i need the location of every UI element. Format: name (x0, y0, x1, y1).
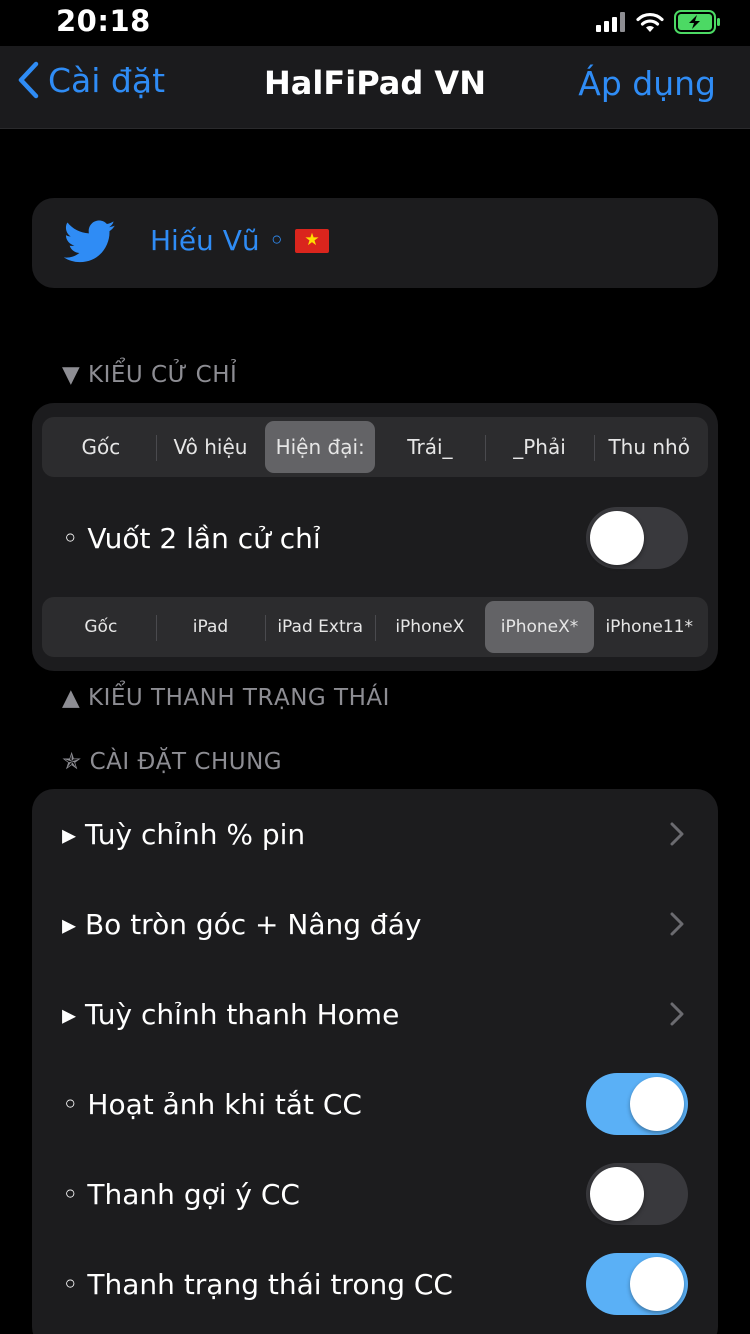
cc-status-bar-row: ◦ Thanh trạng thái trong CC (32, 1239, 718, 1329)
home-bar-label: ▸ Tuỳ chỉnh thanh Home (62, 997, 400, 1031)
general-settings-section-header: ✯ CÀI ĐẶT CHUNG (62, 749, 283, 775)
double-swipe-label: ◦ Vuốt 2 lần cử chỉ (62, 521, 321, 555)
device-option-selected[interactable]: iPhoneX* (484, 601, 595, 653)
gesture-style-option[interactable]: Gốc (46, 421, 156, 473)
gesture-style-option[interactable]: Thu nhỏ (594, 421, 704, 473)
cc-status-bar-label: ◦ Thanh trạng thái trong CC (62, 1267, 453, 1301)
cc-close-animation-toggle[interactable] (586, 1073, 688, 1135)
cc-hint-bar-toggle[interactable] (586, 1163, 688, 1225)
rounded-corners-label: ▸ Bo tròn góc + Nâng đáy (62, 907, 422, 941)
gesture-style-option-selected[interactable]: Hiện đại: (265, 421, 376, 473)
status-time: 20:18 (56, 4, 151, 38)
battery-percent-row[interactable]: ▸ Tuỳ chỉnh % pin (32, 789, 718, 879)
gesture-settings-card: Gốc Vô hiệu Hiện đại: Trái_ _Phải Thu nh… (32, 403, 718, 671)
vietnam-flag-icon (295, 228, 330, 253)
chevron-right-icon (670, 1002, 684, 1026)
chevron-right-icon (670, 912, 684, 936)
gesture-style-option[interactable]: _Phải (484, 421, 595, 473)
twitter-author-name: Hiếu Vũ ◦ (150, 224, 286, 257)
general-settings-card: ▸ Tuỳ chỉnh % pin ▸ Bo tròn góc + Nâng đ… (32, 789, 718, 1334)
double-swipe-row: ◦ Vuốt 2 lần cử chỉ (32, 493, 718, 583)
twitter-credit-card[interactable]: Hiếu Vũ ◦ (32, 198, 718, 288)
device-option[interactable]: iPad Extra (265, 601, 375, 653)
gesture-section-header: ▼ KIỂU CỬ CHỈ (62, 362, 238, 388)
cc-close-animation-row: ◦ Hoạt ảnh khi tắt CC (32, 1059, 718, 1149)
gesture-style-option[interactable]: Vô hiệu (155, 421, 266, 473)
rounded-corners-row[interactable]: ▸ Bo tròn góc + Nâng đáy (32, 879, 718, 969)
status-bar: 20:18 (0, 0, 750, 46)
cc-hint-bar-label: ◦ Thanh gợi ý CC (62, 1177, 300, 1211)
gesture-style-selector: Gốc Vô hiệu Hiện đại: Trái_ _Phải Thu nh… (42, 417, 708, 477)
status-indicators (596, 10, 722, 38)
gesture-style-option[interactable]: Trái_ (375, 421, 485, 473)
device-style-selector: Gốc iPad iPad Extra iPhoneX iPhoneX* iPh… (42, 597, 708, 657)
cc-close-animation-label: ◦ Hoạt ảnh khi tắt CC (62, 1087, 362, 1121)
twitter-icon (63, 220, 116, 268)
navigation-bar: Cài đặt HalFiPad VN Áp dụng (0, 46, 750, 129)
device-option[interactable]: iPad (155, 601, 266, 653)
cellular-signal-icon (596, 12, 626, 36)
cc-hint-bar-row: ◦ Thanh gợi ý CC (32, 1149, 718, 1239)
battery-charging-icon (674, 10, 722, 38)
device-option[interactable]: Gốc (46, 601, 156, 653)
status-bar-style-section-header[interactable]: ▲ KIỂU THANH TRẠNG THÁI (62, 685, 390, 711)
chevron-right-icon (670, 822, 684, 846)
device-option[interactable]: iPhoneX (375, 601, 485, 653)
battery-percent-label: ▸ Tuỳ chỉnh % pin (62, 817, 306, 851)
twitter-author[interactable]: Hiếu Vũ ◦ (150, 224, 330, 257)
home-bar-row[interactable]: ▸ Tuỳ chỉnh thanh Home (32, 969, 718, 1059)
double-swipe-toggle[interactable] (586, 507, 688, 569)
wifi-icon (636, 11, 664, 37)
device-option[interactable]: iPhone11* (594, 601, 704, 653)
apply-button[interactable]: Áp dụng (578, 64, 716, 103)
cc-status-bar-toggle[interactable] (586, 1253, 688, 1315)
